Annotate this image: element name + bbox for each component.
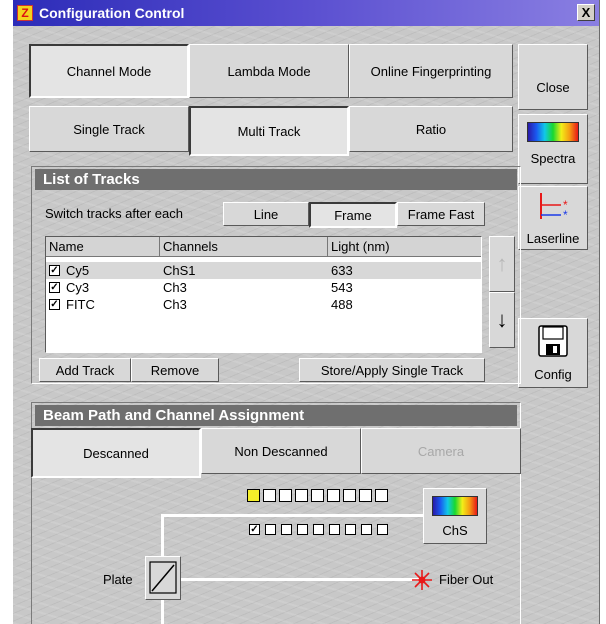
arrow-down-icon: ↓ — [496, 307, 508, 332]
channel-square[interactable] — [279, 489, 292, 502]
tab-multi-track[interactable]: Multi Track — [189, 106, 349, 156]
channel-square-active[interactable] — [247, 489, 260, 502]
channel-checkbox[interactable] — [345, 524, 356, 535]
title-bar[interactable]: Z Configuration Control X — [13, 0, 599, 26]
channel-square[interactable] — [327, 489, 340, 502]
chs-label: ChS — [442, 523, 468, 538]
channel-checkbox-checked[interactable]: ✓ — [249, 524, 260, 535]
configuration-control-window: Z Configuration Control X Channel Mode L… — [12, 0, 600, 624]
row-checkbox[interactable]: ✓ — [49, 265, 60, 276]
table-row[interactable]: ✓ FITC Ch3 488 — [46, 296, 481, 313]
tab-camera: Camera — [361, 428, 521, 474]
spectra-label: Spectra — [530, 151, 576, 166]
table-row[interactable]: ✓ Cy5 ChS1 633 — [46, 262, 481, 279]
track-channels: ChS1 — [163, 263, 196, 278]
switch-frame-fast-button[interactable]: Frame Fast — [397, 202, 485, 226]
tab-lambda-mode[interactable]: Lambda Mode — [189, 44, 349, 98]
column-header-name[interactable]: Name — [46, 237, 160, 257]
tab-descanned[interactable]: Descanned — [31, 428, 201, 478]
channel-checkbox[interactable] — [329, 524, 340, 535]
arrow-up-icon: ↑ — [496, 251, 508, 276]
fiber-out-label: Fiber Out — [439, 572, 494, 587]
spectrum-icon — [527, 122, 579, 142]
close-button[interactable]: Close — [518, 44, 588, 110]
switch-tracks-label: Switch tracks after each — [45, 206, 183, 221]
beam-path-header: Beam Path and Channel Assignment — [35, 405, 517, 426]
channel-checkbox[interactable] — [297, 524, 308, 535]
app-logo-icon: Z — [17, 5, 33, 21]
tab-single-track[interactable]: Single Track — [29, 106, 189, 152]
add-track-button[interactable]: Add Track — [39, 358, 131, 382]
switch-frame-button[interactable]: Frame — [309, 202, 397, 228]
channel-checkbox[interactable] — [265, 524, 276, 535]
tab-channel-mode[interactable]: Channel Mode — [29, 44, 189, 98]
beam-line-top — [161, 514, 425, 517]
channel-checkbox[interactable] — [281, 524, 292, 535]
track-name: Cy3 — [66, 280, 90, 295]
config-button[interactable]: Config — [518, 318, 588, 388]
store-apply-single-track-button[interactable]: Store/Apply Single Track — [299, 358, 485, 382]
tab-online-fingerprinting[interactable]: Online Fingerprinting — [349, 44, 513, 98]
svg-text:*: * — [563, 208, 568, 221]
row-checkbox[interactable]: ✓ — [49, 282, 60, 293]
column-header-light[interactable]: Light (nm) — [328, 237, 481, 257]
channel-checkbox[interactable] — [361, 524, 372, 535]
chs-detector-button[interactable]: ChS — [423, 488, 487, 544]
tab-ratio[interactable]: Ratio — [349, 106, 513, 152]
window-title: Configuration Control — [39, 5, 185, 21]
laserline-icon: * * — [540, 193, 568, 221]
track-light: 543 — [331, 280, 353, 295]
move-down-button[interactable]: ↓ — [489, 292, 515, 348]
track-light: 488 — [331, 297, 353, 312]
column-header-channels[interactable]: Channels — [160, 237, 328, 257]
laserline-label: Laserline — [526, 231, 580, 246]
laser-burst-icon — [412, 570, 432, 590]
tab-non-descanned[interactable]: Non Descanned — [201, 428, 361, 474]
track-channels: Ch3 — [163, 280, 187, 295]
plate-button[interactable] — [145, 556, 181, 600]
channel-square[interactable] — [311, 489, 324, 502]
channel-square[interactable] — [375, 489, 388, 502]
beam-line-fiber — [181, 578, 425, 581]
channel-checkbox[interactable] — [377, 524, 388, 535]
row-checkbox[interactable]: ✓ — [49, 299, 60, 310]
dichroic-mirror-icon — [149, 561, 177, 594]
track-light: 633 — [331, 263, 353, 278]
floppy-disk-icon — [538, 325, 568, 357]
list-of-tracks-header: List of Tracks — [35, 169, 517, 190]
track-name: FITC — [66, 297, 95, 312]
plate-label: Plate — [103, 572, 133, 587]
channel-square[interactable] — [359, 489, 372, 502]
laserline-button[interactable]: * * Laserline — [518, 186, 588, 250]
tracks-table[interactable]: Name Channels Light (nm) ✓ Cy5 ChS1 633 … — [45, 236, 482, 353]
switch-line-button[interactable]: Line — [223, 202, 309, 226]
move-up-button[interactable]: ↑ — [489, 236, 515, 292]
channel-square[interactable] — [295, 489, 308, 502]
channel-square[interactable] — [263, 489, 276, 502]
table-row[interactable]: ✓ Cy3 Ch3 543 — [46, 279, 481, 296]
remove-button[interactable]: Remove — [131, 358, 219, 382]
spectra-button[interactable]: Spectra — [518, 114, 588, 184]
window-close-button[interactable]: X — [577, 4, 595, 21]
track-channels: Ch3 — [163, 297, 187, 312]
detector-spectrum-icon — [432, 496, 478, 516]
channel-square[interactable] — [343, 489, 356, 502]
channel-checkbox[interactable] — [313, 524, 324, 535]
config-label: Config — [534, 367, 572, 382]
track-name: Cy5 — [66, 263, 90, 278]
